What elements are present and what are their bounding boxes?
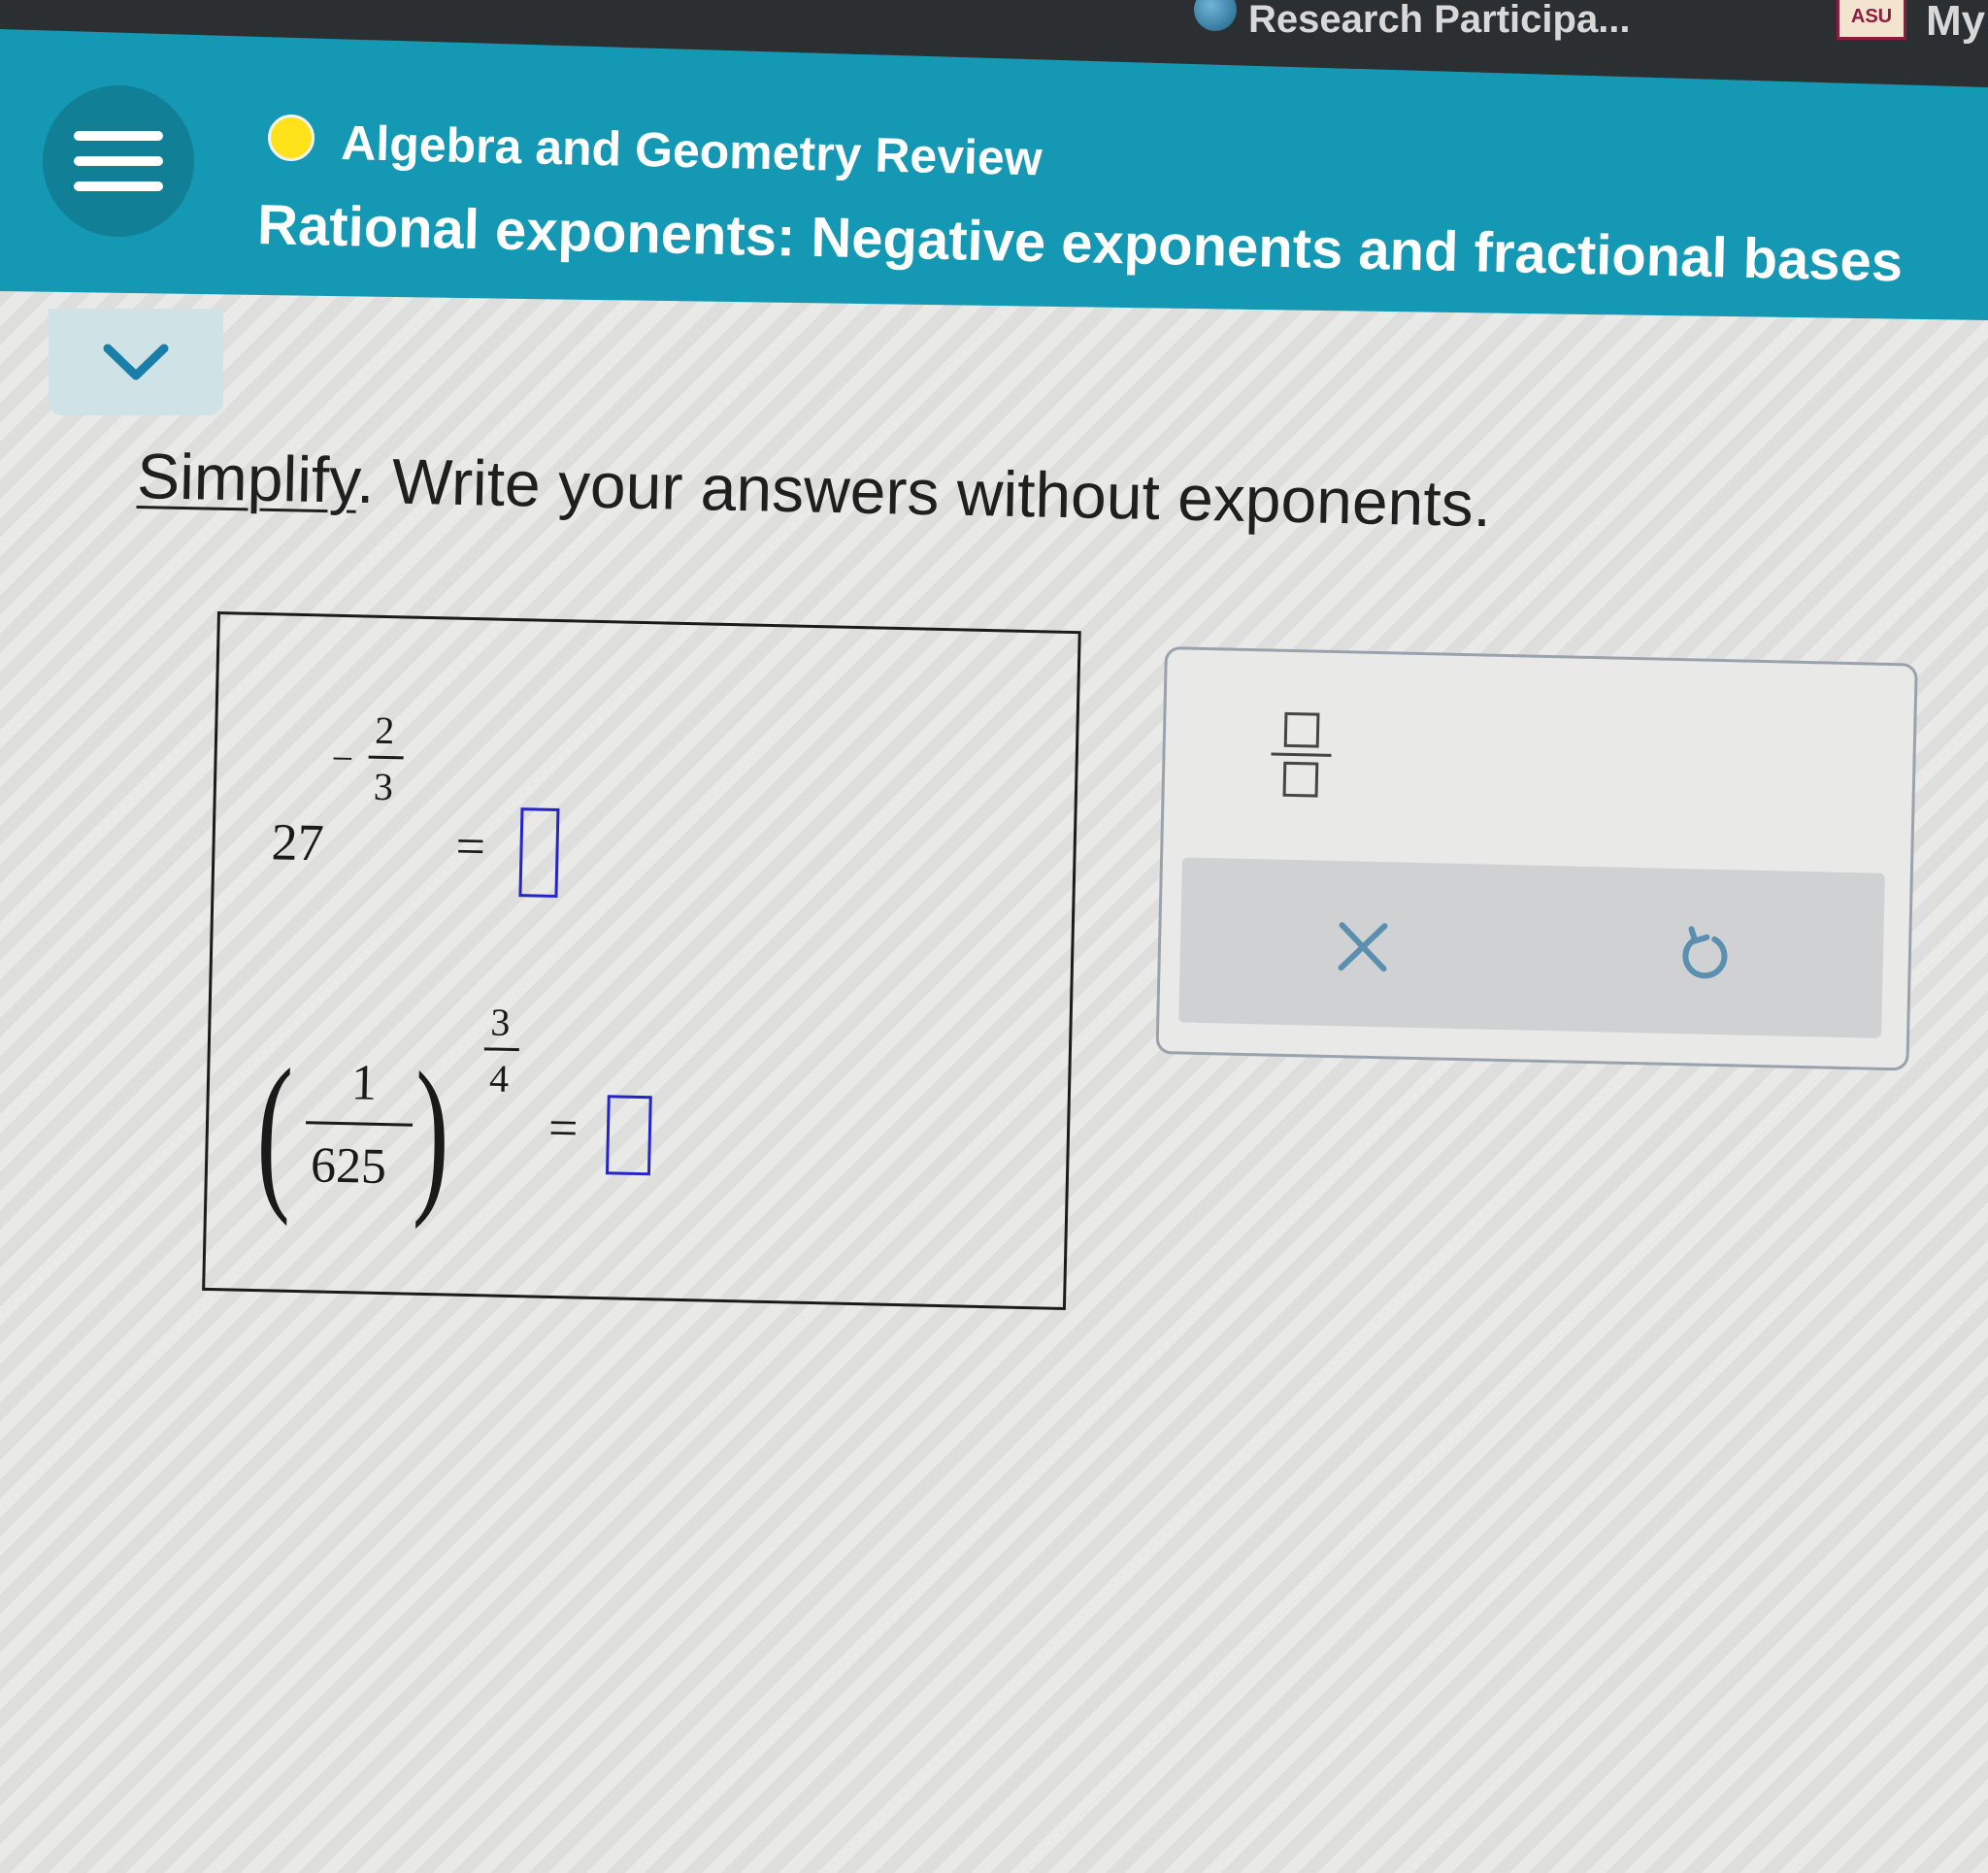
answer-input-2[interactable] — [605, 1095, 652, 1176]
base-numerator: 1 — [350, 1055, 378, 1111]
fraction-template-icon — [1283, 711, 1320, 748]
status-dot — [268, 115, 315, 161]
exponent-fraction-bar — [483, 1047, 519, 1052]
keypad-action-bar — [1178, 857, 1885, 1038]
equals-sign: = — [547, 1098, 580, 1158]
bookmark-label: My — [1926, 0, 1986, 45]
hamburger-icon-line — [74, 156, 163, 166]
asu-logo-icon: ASU — [1837, 0, 1906, 40]
hamburger-icon-line — [74, 181, 163, 191]
problem-box: 27 − 2 3 = ( 1 625 ) 3 4 = — [202, 611, 1081, 1311]
math-keypad — [1155, 646, 1918, 1071]
open-parenthesis: ( — [254, 1033, 295, 1227]
exponent-sign: − — [331, 736, 354, 781]
fraction-template-bar — [1271, 752, 1332, 757]
equals-sign: = — [454, 816, 486, 876]
exponent-denominator: 3 — [373, 764, 394, 809]
bookmark-label: Research Participa... — [1248, 0, 1631, 41]
clear-button[interactable] — [1313, 898, 1412, 997]
bookmark-research-participation[interactable]: Research Participa... — [1194, 0, 1631, 41]
base-27: 27 — [270, 812, 325, 872]
close-parenthesis: ) — [412, 1035, 452, 1231]
hamburger-icon — [74, 131, 163, 141]
exponent-numerator: 2 — [374, 707, 395, 753]
collapse-toggle-button[interactable] — [49, 309, 223, 415]
problem-1: 27 − 2 3 = — [270, 705, 663, 899]
globe-icon — [1194, 0, 1237, 31]
simplify-link[interactable]: Simplify — [136, 440, 357, 516]
menu-button[interactable] — [43, 85, 194, 237]
base-fraction-bar — [306, 1121, 414, 1127]
close-icon — [1338, 922, 1388, 972]
fraction-template-box — [1282, 761, 1319, 798]
problem-2: ( 1 625 ) 3 4 = — [255, 994, 726, 1237]
undo-icon — [1682, 926, 1728, 979]
chevron-down-icon — [103, 344, 169, 380]
exponent-numerator: 3 — [489, 1000, 511, 1044]
answer-input-1[interactable] — [518, 807, 560, 899]
base-denominator: 625 — [310, 1137, 387, 1196]
exponent-fraction-bar — [368, 755, 404, 760]
exponent-denominator: 4 — [488, 1056, 510, 1101]
fraction-template-button[interactable] — [1251, 700, 1350, 808]
undo-button[interactable] — [1653, 905, 1752, 1004]
bookmark-asu[interactable]: ASU My — [1837, 0, 1986, 45]
